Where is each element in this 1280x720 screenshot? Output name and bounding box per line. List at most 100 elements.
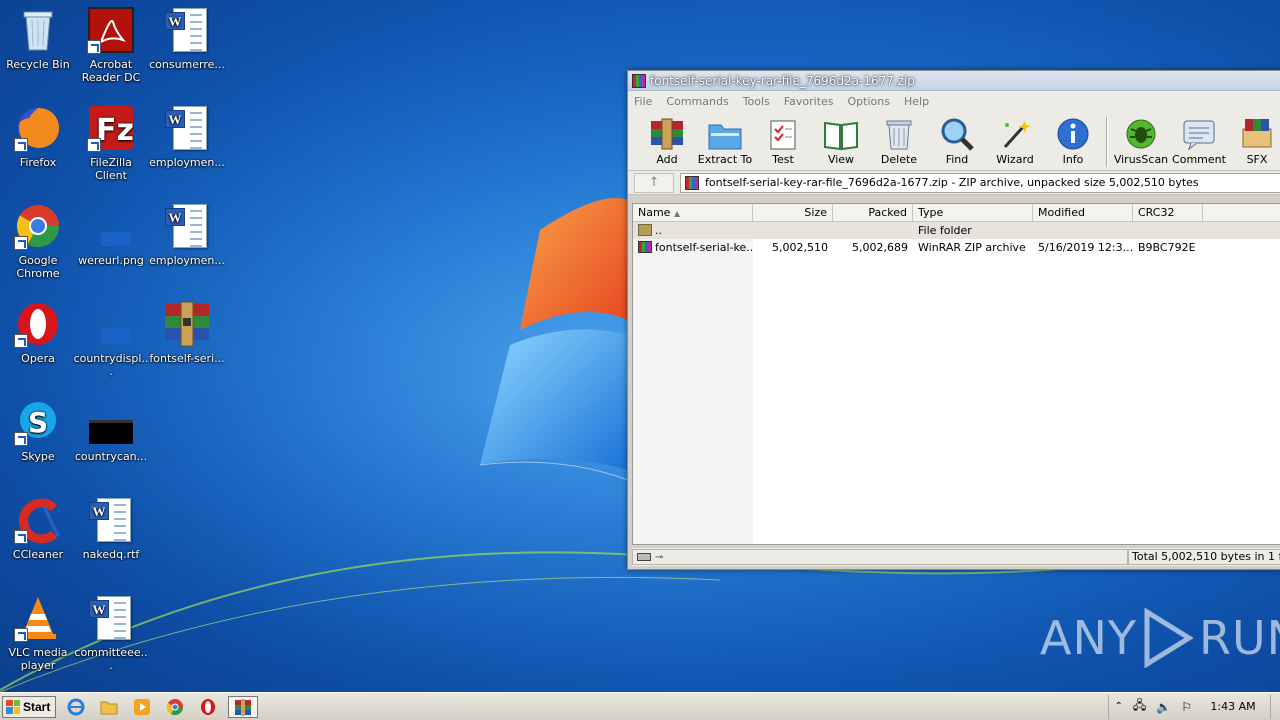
toolbar-delete-button[interactable]: Delete [870, 117, 928, 166]
status-bar: ⊸ Total 5,002,510 bytes in 1 file [632, 548, 1280, 566]
show-hidden-icons-icon[interactable]: ⌃ [1115, 701, 1123, 712]
icon-label: countrycan... [74, 450, 148, 463]
folder-icon [638, 224, 652, 236]
row-size: 5,002,510 [772, 241, 828, 254]
volume-icon[interactable]: 🔈 [1156, 700, 1171, 714]
column-name-header[interactable]: Name ▲ [633, 204, 753, 221]
desktop-icon-opera[interactable]: Opera [0, 300, 76, 396]
desktop-icon-countrycan[interactable]: countrycan... [73, 398, 149, 494]
toolbar-sfx-button[interactable]: SFX [1228, 117, 1280, 166]
word-document-icon: W [163, 6, 211, 54]
column-size-header[interactable]: Size [753, 204, 833, 221]
icon-label: countrydispl... [73, 352, 149, 378]
start-button[interactable]: Start [2, 695, 56, 718]
clock[interactable]: 1:43 AM [1202, 700, 1264, 713]
column-type-header[interactable]: Type [913, 204, 1033, 221]
file-list-header: Name ▲ Size Packed Type Modified CRC32 [633, 204, 1280, 222]
icon-label: committeee... [74, 646, 148, 672]
toolbar-virusscan-button[interactable]: VirusScan [1112, 117, 1170, 166]
table-row[interactable]: .. File folder [633, 222, 1280, 239]
menu-tools[interactable]: Tools [743, 95, 770, 108]
toolbar-label: Delete [880, 153, 918, 166]
desktop-icon-wereurl[interactable]: wereurl.png [73, 202, 149, 298]
filezilla-icon: Fz [87, 104, 135, 152]
column-packed-header[interactable]: Packed [833, 204, 913, 221]
toolbar-wizard-button[interactable]: Wizard [986, 117, 1044, 166]
magnifier-icon [939, 117, 975, 151]
toolbar-test-button[interactable]: Test [754, 117, 812, 166]
desktop-icon-recycle-bin[interactable]: Recycle Bin [0, 6, 76, 102]
archive-path-field[interactable]: fontself-serial-key-rar-file_7696d2a-167… [680, 172, 1280, 193]
svg-text:Fz: Fz [96, 113, 134, 148]
toolbar-label: Wizard [996, 153, 1034, 166]
menu-bar: File Commands Tools Favorites Options He… [628, 91, 1280, 111]
extract-folder-icon [707, 117, 743, 151]
taskbar-winrar[interactable] [228, 695, 258, 718]
vlc-cone-icon [14, 594, 62, 642]
row-packed: 5,002,689 [852, 241, 908, 254]
winrar-window[interactable]: fontself-serial-key-rar-file_7696d2a-167… [627, 70, 1280, 570]
menu-file[interactable]: File [634, 95, 652, 108]
title-bar[interactable]: fontself-serial-key-rar-file_7696d2a-167… [628, 71, 1280, 91]
desktop-icon-skype[interactable]: S Skype [0, 398, 76, 494]
menu-favorites[interactable]: Favorites [784, 95, 834, 108]
up-folder-button[interactable]: ↑ [634, 172, 674, 193]
taskbar-chrome[interactable] [162, 696, 188, 718]
row-type: WinRAR ZIP archive [918, 241, 1026, 254]
network-icon[interactable]: 🖧 [1133, 696, 1146, 717]
sort-ascending-icon: ▲ [673, 209, 681, 218]
toolbar-label: VirusScan [1113, 153, 1169, 166]
desktop-icon-consumerre[interactable]: W consumerre... [149, 6, 225, 102]
toolbar-view-button[interactable]: View [812, 117, 870, 166]
view-book-icon [823, 117, 859, 151]
file-list[interactable]: Name ▲ Size Packed Type Modified CRC32 .… [632, 203, 1280, 545]
icon-label: Google Chrome [16, 254, 60, 280]
row-crc [1133, 230, 1203, 232]
taskbar-opera[interactable] [195, 696, 221, 718]
action-center-flag-icon[interactable]: ⚐ [1181, 700, 1192, 714]
toolbar-comment-button[interactable]: Comment [1170, 117, 1228, 166]
drive-icon [637, 553, 651, 561]
skype-icon: S [14, 398, 62, 446]
desktop-icon-nakedq[interactable]: W nakedq.rtf [73, 496, 149, 592]
taskbar-explorer[interactable] [96, 696, 122, 718]
toolbar-info-button[interactable]: Info [1044, 117, 1102, 166]
address-bar: ↑ fontself-serial-key-rar-file_7696d2a-1… [628, 171, 1280, 195]
desktop-icon-employment-2[interactable]: W employmen... [149, 202, 225, 298]
desktop-icon-filezilla[interactable]: Fz FileZilla Client [73, 104, 149, 200]
desktop-icon-chrome[interactable]: Google Chrome [0, 202, 76, 298]
desktop-icon-firefox[interactable]: Firefox [0, 104, 76, 200]
icon-label: Firefox [19, 156, 57, 169]
add-archive-icon [649, 117, 685, 151]
desktop-icon-acrobat[interactable]: Acrobat Reader DC [73, 6, 149, 102]
toolbar-extract-button[interactable]: Extract To [696, 117, 754, 166]
toolbar: Add Extract To Test View Delete Find Wiz… [628, 111, 1280, 171]
row-name: .. [633, 223, 753, 238]
toolbar-label: SFX [1246, 153, 1268, 166]
icon-label: Recycle Bin [6, 58, 70, 71]
column-modified-header[interactable]: Modified [1033, 204, 1133, 221]
table-row[interactable]: fontself-serial-ke... 5,002,510 5,002,68… [633, 239, 1280, 256]
toolbar-add-button[interactable]: Add [638, 117, 696, 166]
test-checklist-icon [765, 117, 801, 151]
desktop-icon-employment-1[interactable]: W employmen... [149, 104, 225, 200]
toolbar-label: Add [656, 153, 678, 166]
row-type: File folder [918, 224, 972, 237]
icon-label: employmen... [149, 156, 225, 169]
desktop-icon-countrydispl[interactable]: countrydispl... [73, 300, 149, 396]
menu-help[interactable]: Help [904, 95, 929, 108]
menu-options[interactable]: Options [848, 95, 890, 108]
desktop-icon-committeee[interactable]: W committeee... [73, 594, 149, 690]
taskbar-ie[interactable] [63, 696, 89, 718]
desktop-icon-fontself[interactable]: fontself-seri... [149, 300, 225, 396]
word-document-icon: W [87, 496, 135, 544]
png-file-icon [87, 202, 135, 250]
menu-commands[interactable]: Commands [666, 95, 728, 108]
winrar-archive-icon [685, 175, 699, 190]
desktop-icon-ccleaner[interactable]: CCleaner [0, 496, 76, 592]
taskbar-media-player[interactable] [129, 696, 155, 718]
toolbar-find-button[interactable]: Find [928, 117, 986, 166]
column-crc-header[interactable]: CRC32 [1133, 204, 1203, 221]
desktop-icon-vlc[interactable]: VLC media player [0, 594, 76, 690]
show-desktop-button[interactable] [1270, 694, 1280, 719]
